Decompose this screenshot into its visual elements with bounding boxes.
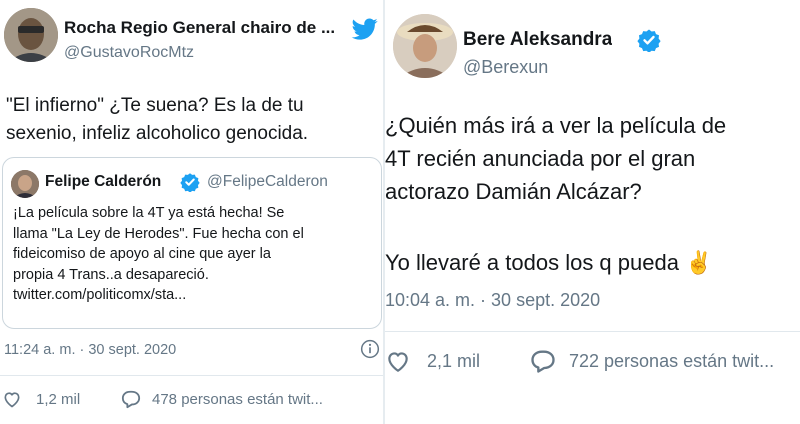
heart-icon xyxy=(4,392,20,408)
author-name[interactable]: Rocha Regio General chairo de ... xyxy=(64,18,346,38)
like-count: 2,1 mil xyxy=(427,350,481,371)
quoted-avatar xyxy=(11,170,39,198)
like-count: 1,2 mil xyxy=(36,390,81,408)
quoted-author-handle: @FelipeCalderon xyxy=(207,173,328,190)
tweet-text: "El infierno" ¿Te suena? Es la de tu sex… xyxy=(6,95,309,144)
info-icon[interactable] xyxy=(360,339,380,359)
avatar[interactable] xyxy=(393,14,457,78)
conversation-button[interactable]: 478 personas están twit... xyxy=(120,389,323,409)
author-name[interactable]: Bere Aleksandra xyxy=(463,29,612,51)
reply-bubble-icon xyxy=(121,390,141,409)
quoted-tweet-text: ¡La película sobre la 4T ya está hecha! … xyxy=(13,205,304,303)
heart-icon xyxy=(388,352,408,372)
conversation-count: 722 personas están twit... xyxy=(569,350,775,371)
verified-badge-icon xyxy=(180,173,200,192)
left-tweet: Rocha Regio General chairo de ... @Gusta… xyxy=(0,0,383,424)
twitter-bird-icon[interactable] xyxy=(350,16,380,42)
like-button[interactable]: 2,1 mil xyxy=(385,348,480,374)
author-handle[interactable]: @GustavoRocMtz xyxy=(64,44,194,62)
verified-badge-icon xyxy=(637,29,661,52)
tweet-text-line: Yo llevaré a todos los q pueda ✌ xyxy=(385,250,713,275)
author-handle[interactable]: @Berexun xyxy=(463,57,548,78)
conversation-count: 478 personas están twit... xyxy=(152,390,323,408)
tweet-timestamp[interactable]: 11:24 a. m. · 30 sept. 2020 xyxy=(4,342,176,358)
divider xyxy=(0,375,383,376)
tweet-text: ¿Quién más irá a ver la película de 4T r… xyxy=(385,113,727,204)
conversation-button[interactable]: 722 personas están twit... xyxy=(529,348,774,374)
quoted-tweet[interactable]: Felipe Calderón @FelipeCalderon ¡La pelí… xyxy=(2,157,382,329)
like-button[interactable]: 1,2 mil xyxy=(2,389,80,409)
avatar[interactable] xyxy=(4,8,58,62)
right-tweet: Bere Aleksandra @Berexun ¿Quién más irá … xyxy=(385,0,800,424)
reply-bubble-icon xyxy=(531,350,555,373)
tweet-timestamp[interactable]: 10:04 a. m. · 30 sept. 2020 xyxy=(385,290,600,311)
quoted-author-name: Felipe Calderón xyxy=(45,173,162,190)
divider xyxy=(385,331,800,332)
